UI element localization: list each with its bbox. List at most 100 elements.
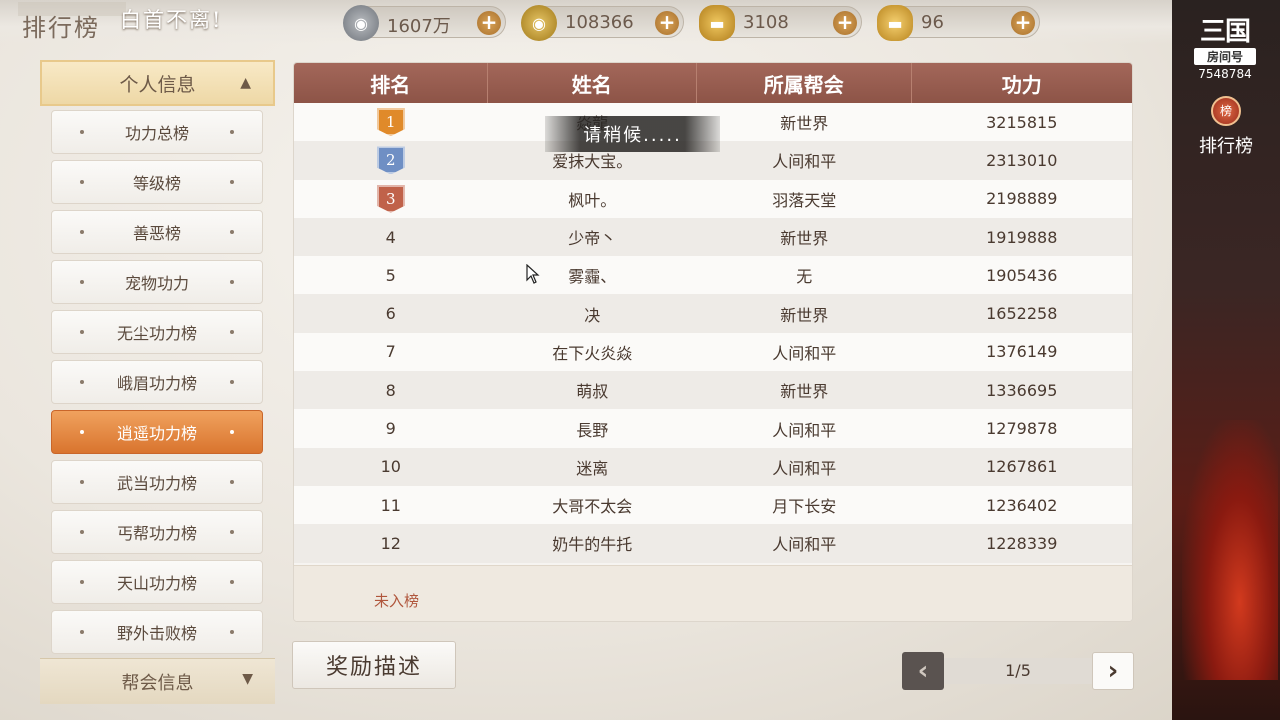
bullet-icon	[80, 180, 84, 184]
guild-cell: 人间和平	[772, 343, 837, 363]
guild-cell: 人间和平	[772, 458, 837, 478]
gold-coin-icon: ◉	[521, 5, 557, 41]
table-row[interactable]: 8 萌叔 新世界 1336695	[294, 371, 1132, 410]
sidebar-item[interactable]: 善恶榜	[51, 210, 263, 254]
sidebar-item[interactable]: 武当功力榜	[51, 460, 263, 504]
rank-medal-icon: 2	[376, 146, 405, 175]
sidebar-item[interactable]: 峨眉功力榜	[51, 360, 263, 404]
guild-cell: 新世界	[780, 229, 829, 249]
rank-cell: 3	[294, 180, 488, 218]
power-cell: 1652258	[986, 304, 1058, 324]
sidebar-item[interactable]: 野外击败榜	[51, 610, 263, 654]
bullet-icon	[230, 380, 234, 384]
sidebar-item[interactable]: 无尘功力榜	[51, 310, 263, 354]
personal-info-header[interactable]: 个人信息 ▲	[40, 60, 275, 106]
sidebar-item[interactable]: 功力总榜	[51, 110, 263, 154]
table-row[interactable]: 7 在下火炎焱 人间和平 1376149	[294, 332, 1132, 372]
power-cell: 3215815	[986, 112, 1058, 132]
guild-cell: 新世界	[780, 305, 829, 325]
sidebar-item[interactable]: 宠物功力	[51, 260, 263, 304]
sidebar-item-label: 逍遥功力榜	[116, 424, 197, 443]
reward-description-button[interactable]: 奖励描述	[292, 641, 456, 689]
name-cell: 少帝丶	[568, 229, 617, 249]
sidebar-item-label: 天山功力榜	[116, 574, 197, 593]
table-row[interactable]: 12 奶牛的牛托 人间和平 1228339	[294, 524, 1132, 563]
add-ingot-button[interactable]: +	[1011, 11, 1035, 35]
table-row[interactable]: 11 大哥不太会 月下长安 1236402	[294, 485, 1132, 525]
column-name: 姓名	[488, 63, 698, 103]
leaderboard-medal-icon: 榜	[1211, 96, 1241, 126]
sidebar-item[interactable]: 逍遥功力榜	[51, 410, 263, 454]
silver-coin-icon: ◉	[343, 5, 379, 41]
name-cell: 决	[584, 305, 601, 325]
name-cell: 奶牛的牛托	[552, 535, 633, 555]
loading-toast: 请稍候.....	[545, 116, 720, 152]
bullet-icon	[230, 230, 234, 234]
rank-cell: 6	[385, 304, 396, 324]
guild-info-label: 帮会信息	[121, 672, 194, 694]
name-cell: 枫叶。	[568, 190, 617, 210]
column-rank: 排名	[294, 63, 488, 103]
sidebar-item-label: 武当功力榜	[116, 474, 197, 493]
sidebar-item[interactable]: 天山功力榜	[51, 560, 263, 604]
sidebar-item-label: 等级榜	[132, 174, 181, 193]
leaderboard-button[interactable]: 榜 排行榜	[1186, 96, 1266, 158]
rank-number: 3	[385, 189, 396, 208]
add-silver-button[interactable]: +	[477, 11, 501, 35]
sidebar-item-label: 野外击败榜	[116, 624, 197, 643]
bullet-icon	[80, 130, 84, 134]
rank-cell: 8	[385, 380, 396, 400]
gold-ingot-icon: ▬	[877, 5, 913, 41]
sidebar-item[interactable]: 丐帮功力榜	[51, 510, 263, 554]
table-row[interactable]: 6 决 新世界 1652258	[294, 294, 1132, 333]
bullet-icon	[80, 380, 84, 384]
bullet-icon	[80, 480, 84, 484]
bullet-icon	[230, 580, 234, 584]
guild-cell: 新世界	[780, 114, 829, 134]
bullet-icon	[230, 530, 234, 534]
power-cell: 1236402	[986, 495, 1058, 515]
bullet-icon	[80, 630, 84, 634]
table-row[interactable]: 3 枫叶。 羽落天堂 2198889	[294, 179, 1132, 218]
sidebar-item[interactable]: 等级榜	[51, 160, 263, 204]
bullet-icon	[80, 330, 84, 334]
room-label: 房间号	[1194, 48, 1256, 65]
next-page-button[interactable]: ›	[1092, 652, 1134, 690]
top-bar: 排行榜 白首不离! ◉ 1607万 + ◉ 108366 + ▬ 3108 + …	[0, 0, 1280, 44]
prev-page-button[interactable]: ‹	[902, 652, 944, 690]
power-cell: 1919888	[986, 227, 1058, 247]
sidebar-item-label: 无尘功力榜	[116, 324, 197, 343]
pagination: 1/5 ‹ ›	[902, 652, 1134, 690]
add-gold-button[interactable]: +	[655, 11, 679, 35]
category-sidebar: 个人信息 ▲ 功力总榜等级榜善恶榜宠物功力无尘功力榜峨眉功力榜逍遥功力榜武当功力…	[40, 60, 275, 720]
bullet-icon	[80, 280, 84, 284]
bullet-icon	[230, 330, 234, 334]
dragon-artwork	[1182, 420, 1278, 680]
resource-ingot-bound: ▬ 3108 +	[699, 5, 862, 41]
rank-cell: 9	[385, 419, 396, 439]
bullet-icon	[230, 180, 234, 184]
power-cell: 2198889	[986, 189, 1058, 209]
my-rank-row: 未入榜	[294, 565, 1132, 621]
page-indicator: 1/5	[1005, 661, 1031, 680]
power-cell: 1228339	[986, 533, 1058, 553]
resource-ingot: ▬ 96 +	[877, 5, 1040, 41]
sidebar-item-label: 丐帮功力榜	[116, 524, 197, 543]
table-row[interactable]: 4 少帝丶 新世界 1919888	[294, 217, 1132, 257]
table-row[interactable]: 10 迷离 人间和平 1267861	[294, 447, 1132, 486]
rank-number: 2	[385, 151, 396, 170]
bullet-icon	[80, 430, 84, 434]
rank-medal-icon: 1	[376, 108, 405, 137]
table-row[interactable]: 5 雾霾、 无 1905436	[294, 256, 1132, 295]
rank-number: 1	[385, 113, 396, 132]
rank-cell: 11	[380, 495, 401, 515]
table-row[interactable]: 9 長野 人间和平 1279878	[294, 409, 1132, 448]
bullet-icon	[80, 530, 84, 534]
guild-info-header[interactable]: 帮会信息 ▼	[40, 658, 275, 704]
guild-cell: 人间和平	[772, 420, 837, 440]
guild-cell: 人间和平	[772, 535, 837, 555]
name-cell: 長野	[576, 420, 609, 440]
guild-cell: 无	[796, 267, 813, 287]
room-number: 7548784	[1198, 67, 1252, 81]
add-ingot-bound-button[interactable]: +	[833, 11, 857, 35]
